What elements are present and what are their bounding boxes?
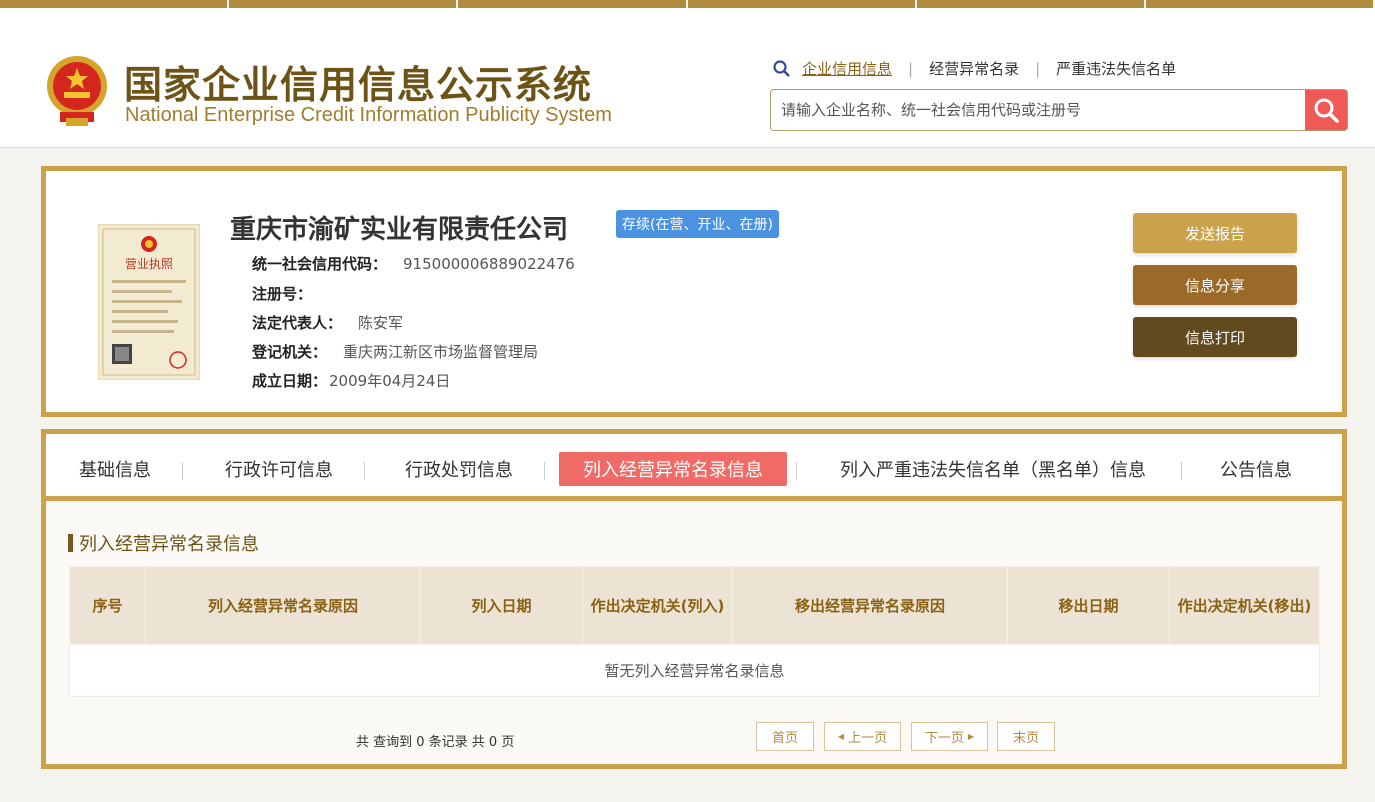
- section-title-text: 列入经营异常名录信息: [79, 534, 259, 555]
- tab-separator: [182, 462, 183, 480]
- column-header: 作出决定机关(列入): [582, 566, 733, 645]
- share-info-button[interactable]: 信息分享: [1133, 265, 1297, 305]
- national-emblem-icon: [47, 56, 107, 126]
- prev-page-label: 上一页: [848, 731, 888, 746]
- section-title-bar: [68, 534, 73, 552]
- column-header: 作出决定机关(移出): [1169, 566, 1320, 645]
- abnormal-list-table: 序号 列入经营异常名录原因 列入日期 作出决定机关(列入) 移出经营异常名录原因…: [69, 566, 1320, 697]
- tab-separator: [1181, 462, 1182, 480]
- info-row-reg-number: 注册号：: [252, 283, 328, 304]
- column-header: 列入经营异常名录原因: [145, 566, 421, 645]
- info-label: 成立日期：: [252, 372, 328, 390]
- search-box: [770, 89, 1348, 131]
- tab-separator: [796, 462, 797, 480]
- column-header: 序号: [69, 566, 146, 645]
- link-separator: |: [1035, 59, 1041, 78]
- empty-table-message: 暂无列入经营异常名录信息: [69, 644, 1320, 697]
- search-icon: [1314, 98, 1339, 123]
- table-row: 暂无列入经营异常名录信息: [69, 644, 1320, 697]
- site-title-cn: 国家企业信用信息公示系统: [124, 63, 593, 107]
- column-header: 移出经营异常名录原因: [732, 566, 1008, 645]
- top-links: 企业信用信息 | 经营异常名录 | 严重违法失信名单: [772, 58, 1176, 79]
- tab-abnormal-list[interactable]: 列入经营异常名录信息: [559, 452, 787, 486]
- chevron-right-icon: ▶: [967, 732, 975, 741]
- next-page-label: 下一页: [924, 731, 964, 746]
- site-header: 国家企业信用信息公示系统 National Enterprise Credit …: [0, 8, 1375, 148]
- link-separator: |: [908, 59, 914, 78]
- last-page-button[interactable]: 末页: [997, 722, 1055, 751]
- details-card: 基础信息 行政许可信息 行政处罚信息 列入经营异常名录信息 列入严重违法失信名单…: [41, 429, 1347, 769]
- link-blacklist[interactable]: 严重违法失信名单: [1056, 58, 1176, 79]
- status-badge: 存续(在营、开业、在册): [616, 210, 779, 238]
- company-name: 重庆市渝矿实业有限责任公司: [230, 215, 569, 245]
- business-license-image[interactable]: 营业执照: [98, 224, 200, 380]
- info-value: 陈安军: [358, 314, 404, 332]
- tab-announcements[interactable]: 公告信息: [1211, 452, 1301, 486]
- info-row-established: 成立日期： 2009年04月24日: [252, 370, 450, 391]
- prev-page-button[interactable]: ◀ 上一页: [824, 722, 901, 751]
- section-title: 列入经营异常名录信息: [68, 530, 259, 556]
- info-row-authority: 登记机关： 重庆两江新区市场监督管理局: [252, 341, 538, 362]
- top-decorative-strip: [0, 0, 1375, 8]
- info-label: 登记机关：: [252, 343, 328, 361]
- tab-bar: 基础信息 行政许可信息 行政处罚信息 列入经营异常名录信息 列入严重违法失信名单…: [46, 434, 1342, 501]
- info-value: 2009年04月24日: [329, 372, 451, 390]
- company-summary-card: 营业执照 重庆市渝矿实业有限责任公司 存续(在营、开业、在册) 统一社会信用代码…: [41, 166, 1347, 417]
- print-info-button[interactable]: 信息打印: [1133, 317, 1297, 357]
- chevron-left-icon: ◀: [837, 732, 845, 741]
- link-abnormal-list[interactable]: 经营异常名录: [929, 58, 1019, 79]
- info-label: 统一社会信用代码：: [252, 255, 388, 273]
- next-page-button[interactable]: 下一页 ▶: [911, 722, 988, 751]
- site-title-en: National Enterprise Credit Information P…: [125, 104, 612, 126]
- tab-blacklist[interactable]: 列入严重违法失信名单（黑名单）信息: [830, 452, 1156, 486]
- info-value: 重庆两江新区市场监督管理局: [343, 343, 539, 361]
- table-header-row: 序号 列入经营异常名录原因 列入日期 作出决定机关(列入) 移出经营异常名录原因…: [69, 566, 1320, 645]
- send-report-button[interactable]: 发送报告: [1133, 213, 1297, 253]
- link-credit-info[interactable]: 企业信用信息: [802, 58, 892, 79]
- info-label: 注册号：: [252, 285, 313, 303]
- license-caption: 营业执照: [125, 257, 173, 271]
- tab-basic-info[interactable]: 基础信息: [70, 452, 160, 486]
- info-row-credit-code: 统一社会信用代码： 915000006889022476: [252, 253, 575, 274]
- first-page-button[interactable]: 首页: [756, 722, 814, 751]
- tab-admin-penalty[interactable]: 行政处罚信息: [394, 452, 524, 486]
- search-input[interactable]: [771, 90, 1305, 130]
- tab-admin-license[interactable]: 行政许可信息: [214, 452, 344, 486]
- info-value: 915000006889022476: [403, 255, 575, 273]
- pager-summary: 共 查询到 0 条记录 共 0 页: [356, 735, 515, 750]
- tab-separator: [364, 462, 365, 480]
- column-header: 移出日期: [1007, 566, 1170, 645]
- info-row-legal-rep: 法定代表人： 陈安军: [252, 312, 403, 333]
- search-button[interactable]: [1305, 90, 1347, 130]
- tab-separator: [544, 462, 545, 480]
- magnifier-icon: [773, 59, 790, 77]
- info-label: 法定代表人：: [252, 314, 343, 332]
- column-header: 列入日期: [420, 566, 583, 645]
